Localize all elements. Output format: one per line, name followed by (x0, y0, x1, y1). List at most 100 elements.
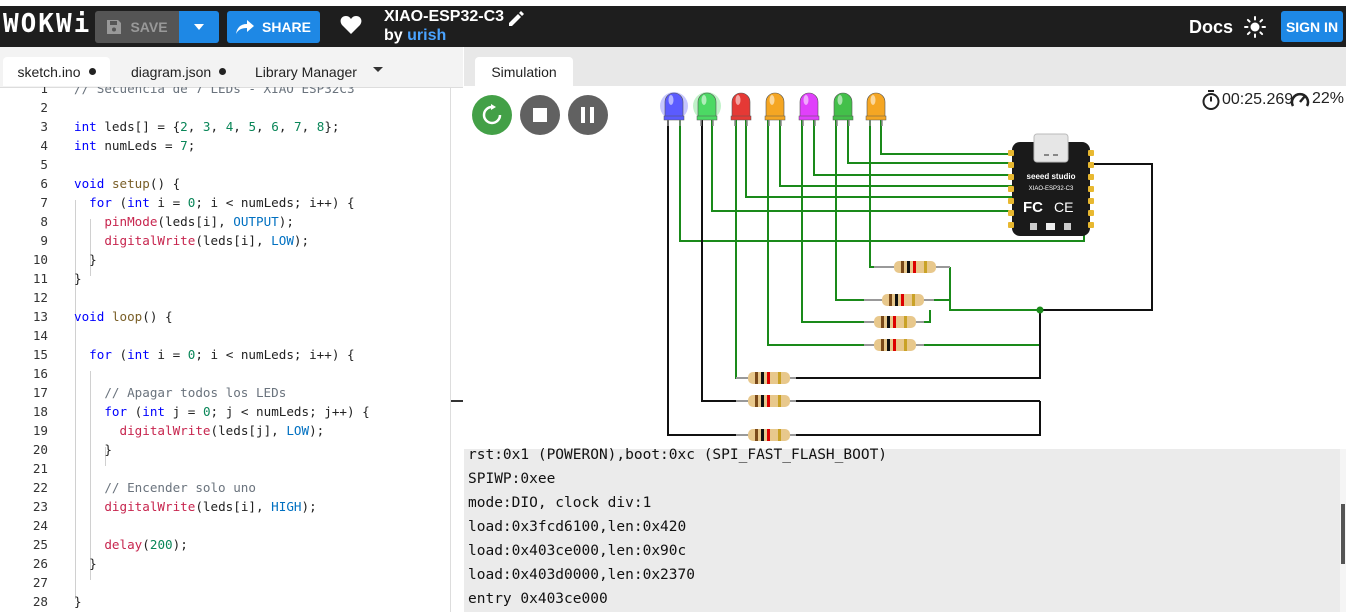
line-number: 1 (40, 87, 48, 96)
top-bar: WOKWi SAVE SHARE XIAO-ESP32-C3 by urish … (0, 0, 1346, 47)
code-line[interactable]: 25 delay(200); (0, 537, 450, 556)
code-line[interactable]: 28} (0, 594, 450, 612)
code-line[interactable]: 19 digitalWrite(leds[j], LOW); (0, 423, 450, 442)
heart-icon[interactable] (340, 15, 362, 35)
pause-simulation-button[interactable] (568, 95, 608, 135)
code-line[interactable]: 16 (0, 366, 450, 385)
code-line[interactable]: 20 } (0, 442, 450, 461)
resistor[interactable] (874, 261, 950, 273)
resistor[interactable] (736, 372, 796, 384)
code-line[interactable]: 13 void loop() { (0, 309, 450, 328)
tabs-menu-arrow-icon[interactable] (373, 67, 383, 72)
code-line[interactable]: 22 // Encender solo uno (0, 480, 450, 499)
tab-simulation[interactable]: Simulation (475, 57, 573, 86)
project-title[interactable]: XIAO-ESP32-C3 (384, 8, 504, 26)
led[interactable] (660, 92, 688, 126)
led[interactable] (693, 92, 721, 126)
chevron-down-icon (194, 24, 204, 30)
board-model: XIAO-ESP32-C3 (1029, 186, 1074, 192)
line-number: 18 (32, 404, 48, 419)
board-brand: seeed studio (1027, 172, 1076, 181)
code-line[interactable]: 27 (0, 575, 450, 594)
save-button[interactable]: SAVE (95, 11, 179, 43)
code-line[interactable]: 8 pinMode(leds[i], OUTPUT); (0, 214, 450, 233)
resistor[interactable] (736, 429, 796, 441)
code-text: // Secuencia de 7 LEDs - XIAO ESP32C3 (74, 87, 355, 96)
share-button[interactable]: SHARE (227, 11, 320, 43)
code-line[interactable]: 26 } (0, 556, 450, 575)
code-line[interactable]: 18 for (int j = 0; j < numLeds; j++) { (0, 404, 450, 423)
stop-icon (533, 108, 547, 122)
sign-in-button[interactable]: SIGN IN (1281, 11, 1343, 42)
code-text: } (74, 556, 97, 571)
code-line[interactable]: 6 void setup() { (0, 176, 450, 195)
line-number: 2 (40, 100, 48, 115)
resistor[interactable] (736, 395, 796, 407)
tab-library-manager[interactable]: Library Manager (255, 57, 357, 86)
line-number: 27 (32, 575, 48, 590)
scrollbar-thumb[interactable] (1341, 504, 1345, 564)
code-line[interactable]: 2 (0, 100, 450, 119)
pencil-icon[interactable] (507, 10, 525, 28)
wire (735, 119, 750, 379)
wokwi-logo[interactable]: WOKWi (3, 9, 91, 39)
wire (813, 119, 1014, 176)
code-line[interactable]: 12 (0, 290, 450, 309)
line-number: 12 (32, 290, 48, 305)
tab-diagram-json[interactable]: diagram.json (131, 57, 227, 86)
led[interactable] (730, 92, 752, 126)
serial-monitor[interactable]: rst:0x1 (POWERON),boot:0xc (SPI_FAST_FLA… (464, 447, 1340, 612)
resistor[interactable] (864, 339, 924, 351)
code-line[interactable]: 5 (0, 157, 450, 176)
simulation-canvas[interactable]: seeed studio XIAO-ESP32-C3 FC CE 00:25.2… (464, 86, 1346, 449)
code-line[interactable]: 21 (0, 461, 450, 480)
resistor[interactable] (864, 294, 934, 306)
docs-link[interactable]: Docs (1189, 17, 1233, 38)
modified-dot (219, 68, 227, 75)
top-strip (0, 0, 1346, 6)
wire (924, 267, 1041, 346)
line-number: 4 (40, 138, 48, 153)
author-link[interactable]: urish (407, 27, 446, 44)
code-line[interactable]: 24 (0, 518, 450, 537)
code-text: // Encender solo uno (74, 480, 256, 495)
editor-tabs: sketch.ino diagram.json Library Manager (0, 47, 463, 88)
restart-simulation-button[interactable] (472, 95, 512, 135)
code-line[interactable]: 17 // Apagar todos los LEDs (0, 385, 450, 404)
tab-sketch-ino[interactable]: sketch.ino (3, 57, 110, 86)
code-line[interactable]: 14 (0, 328, 450, 347)
line-number: 7 (40, 195, 48, 210)
timer-value: 00:25.269 (1222, 91, 1294, 108)
code-area[interactable]: 1// Secuencia de 7 LEDs - XIAO ESP32C3 2 3… (0, 87, 450, 612)
serial-line: load:0x403ce000,len:0x90c (468, 543, 687, 559)
code-text: pinMode(leds[i], OUTPUT); (104, 214, 294, 229)
line-number: 19 (32, 423, 48, 438)
resistor[interactable] (864, 316, 924, 328)
code-text: void setup() { (74, 176, 181, 191)
line-number: 6 (40, 176, 48, 191)
stop-simulation-button[interactable] (520, 95, 560, 135)
sun-icon[interactable] (1244, 16, 1266, 38)
code-line[interactable]: 7 for (int i = 0; i < numLeds; i++) { (0, 195, 450, 214)
code-line[interactable]: 11} (0, 271, 450, 290)
save-dropdown-button[interactable] (179, 11, 219, 43)
code-text: delay(200); (104, 537, 188, 552)
xiao-esp32-c3-board[interactable]: seeed studio XIAO-ESP32-C3 FC CE (1008, 133, 1094, 236)
code-line[interactable]: 15 for (int i = 0; i < numLeds; i++) { (0, 347, 450, 366)
code-text: digitalWrite(leds[j], LOW); (119, 423, 325, 438)
panel-resize-handle[interactable] (451, 400, 463, 402)
wire (794, 401, 1041, 436)
code-text: } (74, 252, 97, 267)
code-line[interactable]: 3 int leds[] = {2, 3, 4, 5, 6, 7, 8}; (0, 119, 450, 138)
code-text: void loop() { (74, 309, 173, 324)
code-line[interactable]: 23 digitalWrite(leds[i], HIGH); (0, 499, 450, 518)
floppy-icon (107, 20, 122, 34)
code-line[interactable]: 4 int numLeds = 7; (0, 138, 450, 157)
code-line[interactable]: 9 digitalWrite(leds[i], LOW); (0, 233, 450, 252)
serial-scrollbar[interactable] (1340, 449, 1346, 612)
circuit-diagram: seeed studio XIAO-ESP32-C3 FC CE (660, 92, 1153, 441)
line-number: 25 (32, 537, 48, 552)
code-line[interactable]: 1 // Secuencia de 7 LEDs - XIAO ESP32C3 (0, 87, 450, 100)
code-line[interactable]: 10 } (0, 252, 450, 271)
wire-junction (1036, 306, 1044, 314)
